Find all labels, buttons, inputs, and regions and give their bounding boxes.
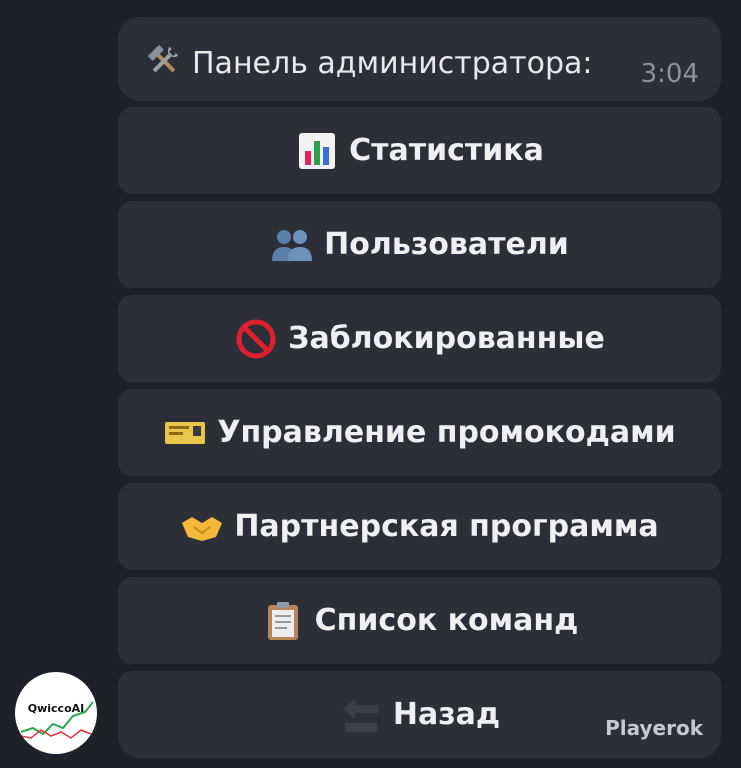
- back-arrow-icon: [339, 693, 383, 737]
- users-button-label: Пользователи: [324, 227, 569, 262]
- ticket-icon: [163, 411, 207, 455]
- bar-chart-icon: [295, 129, 339, 173]
- message-time: 3:04: [640, 59, 699, 89]
- bot-avatar[interactable]: QwiccoAI: [15, 672, 97, 754]
- statistics-button[interactable]: Статистика: [118, 107, 721, 194]
- handshake-icon: [180, 505, 224, 549]
- inline-keyboard: Статистика Пользователи Заблокированные …: [118, 107, 721, 758]
- chat-area: Панель администратора: 3:04 Статистика П…: [0, 0, 741, 768]
- blocked-button[interactable]: Заблокированные: [118, 295, 721, 382]
- message-text-row: Панель администратора:: [146, 43, 593, 81]
- avatar-text: QwiccoAI: [27, 702, 85, 715]
- no-entry-icon: [234, 317, 278, 361]
- via-bot-label: Playerok: [605, 716, 703, 740]
- users-button[interactable]: Пользователи: [118, 201, 721, 288]
- users-icon: [270, 223, 314, 267]
- blocked-button-label: Заблокированные: [288, 321, 605, 356]
- message-text: Панель администратора:: [192, 46, 593, 81]
- hammer-and-wrench-icon: [146, 43, 182, 81]
- promocodes-button-label: Управление промокодами: [217, 415, 676, 450]
- promocodes-button[interactable]: Управление промокодами: [118, 389, 721, 476]
- partner-program-button[interactable]: Партнерская программа: [118, 483, 721, 570]
- partner-program-button-label: Партнерская программа: [234, 509, 659, 544]
- statistics-button-label: Статистика: [349, 133, 544, 168]
- message-bubble: Панель администратора: 3:04: [118, 17, 721, 101]
- back-button[interactable]: Назад Playerok: [118, 671, 721, 758]
- commands-list-button-label: Список команд: [314, 603, 579, 638]
- back-button-label: Назад: [392, 697, 501, 732]
- commands-list-button[interactable]: Список команд: [118, 577, 721, 664]
- clipboard-icon: [261, 599, 305, 643]
